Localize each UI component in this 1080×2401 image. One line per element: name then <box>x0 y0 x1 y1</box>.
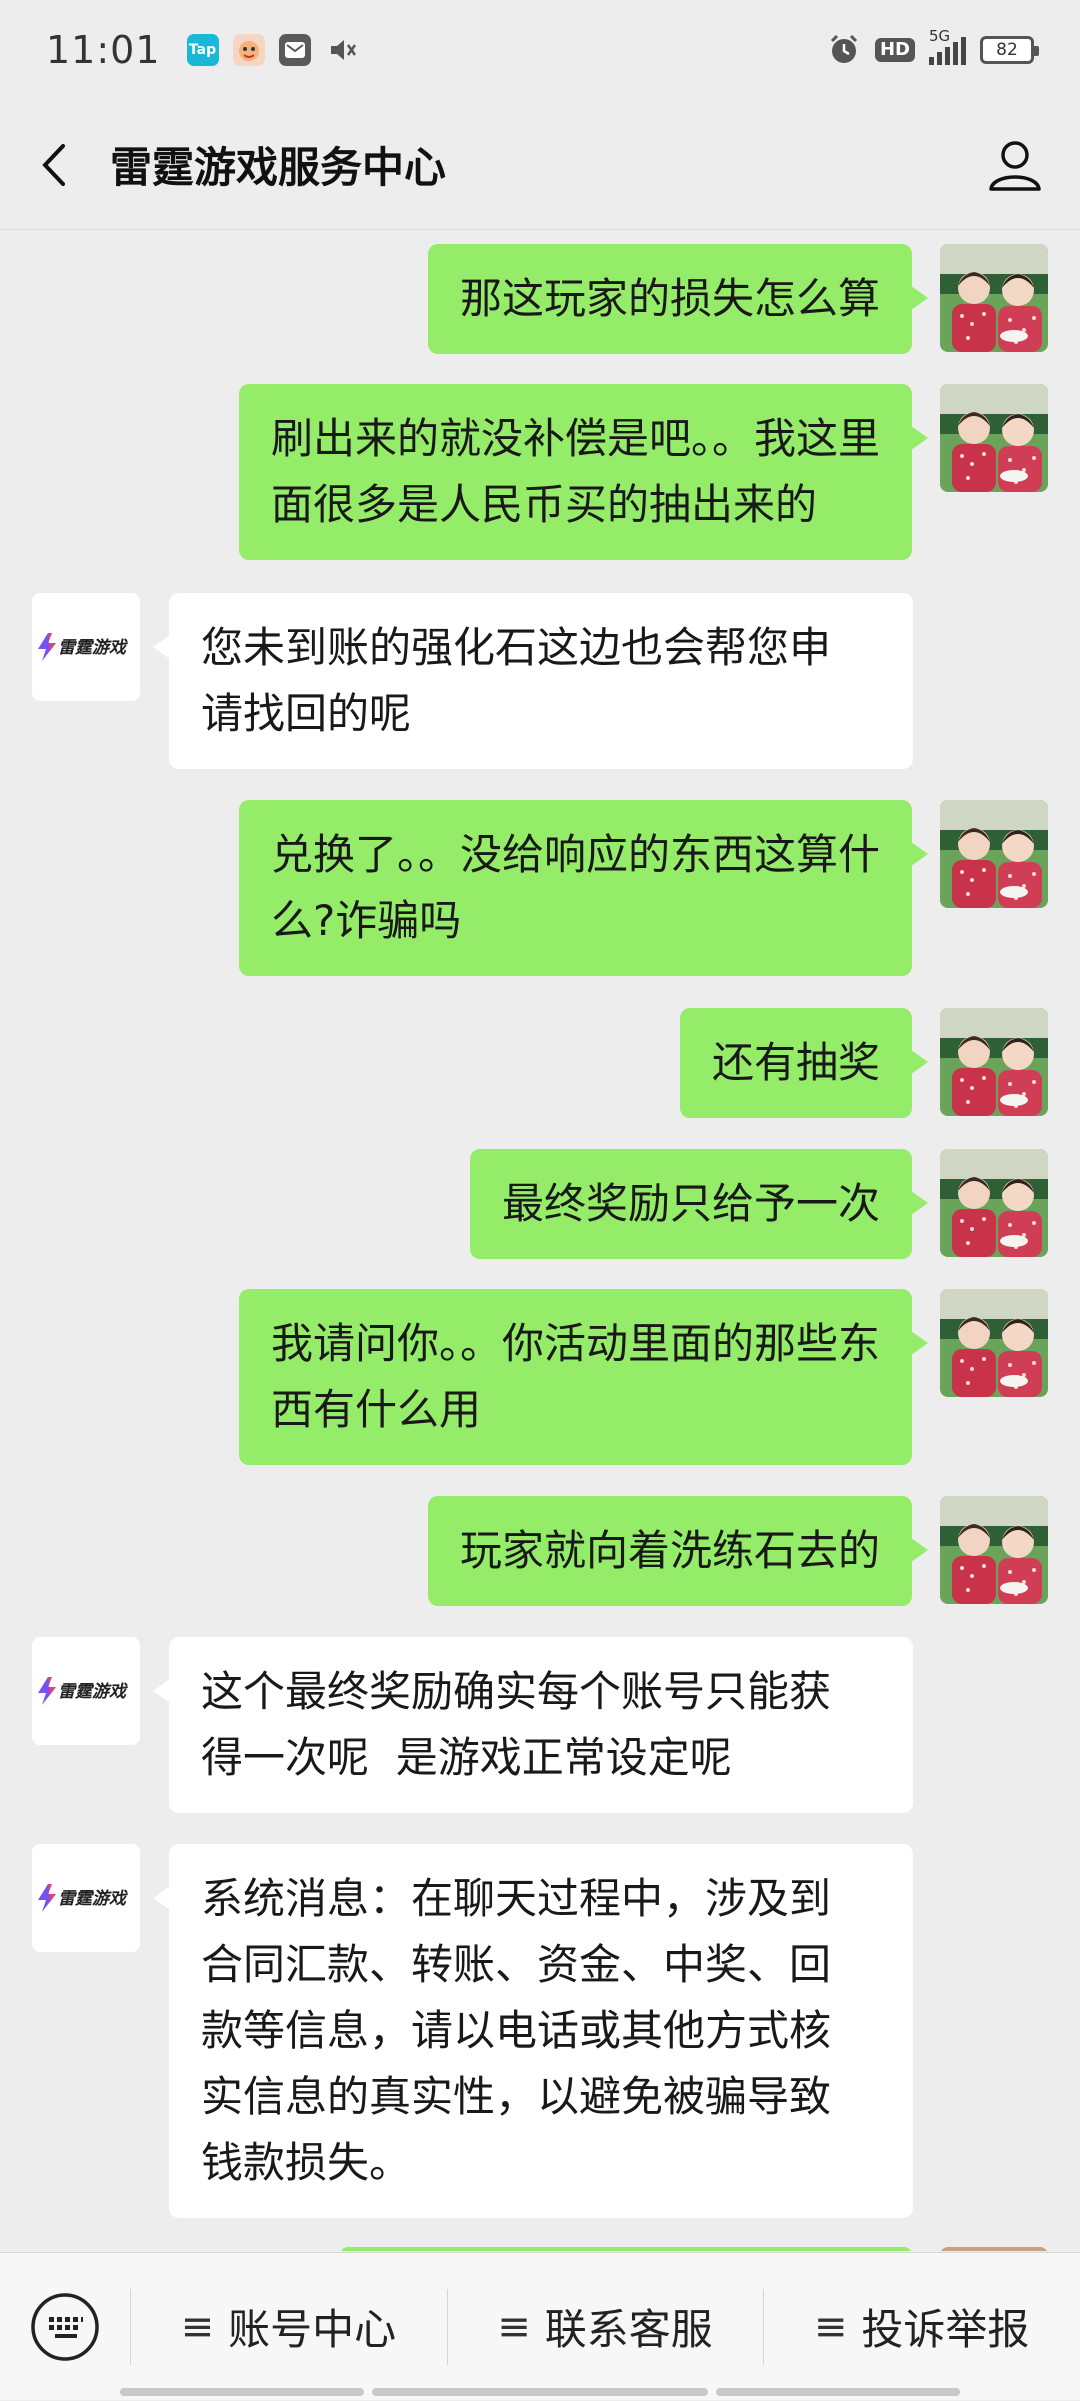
thunder-games-logo: 雷霆游戏 <box>38 633 128 661</box>
user-avatar[interactable] <box>940 1496 1048 1604</box>
menu-list-icon: ≡ <box>180 2303 215 2350</box>
message-text: 刷出来的就没补偿是吧。。我这里 面很多是人民币买的抽出来的 <box>270 414 880 529</box>
menu-label: 账号中心 <box>228 2305 397 2354</box>
mute-icon <box>330 40 356 60</box>
menu-list-icon: ≡ <box>497 2303 531 2350</box>
message-text: 您未到账的强化石这边也会帮您申 请找回的呢 <box>201 623 832 738</box>
message-text: 系统消息：在聊天过程中，涉及到 合同汇款、转账、资金、中奖、回 款等信息，请以电… <box>201 1874 832 2187</box>
message-bubble-incoming[interactable]: 您未到账的强化石这边也会帮您申 请找回的呢 <box>153 593 913 769</box>
message-bubble-outgoing[interactable]: 还有抽奖 <box>679 1008 929 1118</box>
message-text: 还有抽奖 <box>711 1038 880 1087</box>
message-bubble-outgoing <box>340 2247 912 2251</box>
user-avatar[interactable] <box>940 1008 1048 1116</box>
svg-text:雷霆游戏: 雷霆游戏 <box>58 638 128 657</box>
message-text: 玩家就向着洗练石去的 <box>459 1526 880 1575</box>
menu-label: 投诉举报 <box>861 2305 1030 2354</box>
chat-header: 雷霆游戏服务中心 <box>0 100 1080 230</box>
message-bubble-outgoing[interactable]: 我请问你。。你活动里面的那些东 西有什么用 <box>238 1289 929 1465</box>
person-icon <box>989 140 1041 191</box>
battery-level: 82 <box>996 40 1018 60</box>
message-text: 那这玩家的损失怎么算 <box>459 274 880 323</box>
network-label: 5G <box>929 27 951 45</box>
bottom-menu-bar: ≡ 账号中心 ≡ 联系客服 ≡ 投诉举报 <box>0 2252 1080 2400</box>
home-indicator <box>716 2388 960 2396</box>
service-avatar[interactable]: 雷霆游戏 <box>32 1637 140 1745</box>
system-message-bubble[interactable]: 系统消息：在聊天过程中，涉及到 合同汇款、转账、资金、中奖、回 款等信息，请以电… <box>153 1844 913 2218</box>
page-title: 雷霆游戏服务中心 <box>110 143 447 192</box>
alarm-icon <box>830 34 858 63</box>
home-indicator <box>372 2388 708 2396</box>
menu-complaint-report[interactable]: ≡ 投诉举报 <box>763 2253 1080 2401</box>
profile-button[interactable] <box>950 100 1080 230</box>
chat-message-list[interactable]: 那这玩家的损失怎么算 刷出来的就没补偿是吧。。我这里 面很多是人民币买的抽出来的… <box>0 231 1080 2251</box>
hd-badge: HD <box>874 38 915 62</box>
home-indicator <box>120 2388 364 2396</box>
user-avatar <box>940 2247 1048 2251</box>
message-text: 我请问你。。你活动里面的那些东 西有什么用 <box>270 1319 880 1434</box>
thunder-games-logo: 雷霆游戏 <box>38 1677 128 1705</box>
battery-icon: 82 <box>980 36 1039 64</box>
keyboard-toggle-button[interactable] <box>0 2253 130 2401</box>
message-text: 最终奖励只给予一次 <box>501 1179 880 1228</box>
message-app-icon <box>278 34 311 66</box>
message-bubble-outgoing[interactable]: 兑换了。。没给响应的东西这算什 么?诈骗吗 <box>238 800 929 976</box>
user-avatar[interactable] <box>940 800 1048 908</box>
chevron-left-icon <box>42 143 65 186</box>
user-avatar[interactable] <box>940 244 1048 352</box>
status-time: 11:01 <box>46 28 161 72</box>
status-bar: 11:01 Tap HD 5G 82 <box>0 0 1080 100</box>
menu-label: 联系客服 <box>544 2305 713 2354</box>
status-right-group: HD 5G 82 <box>827 27 1039 67</box>
mascot-app-icon <box>232 34 265 66</box>
message-text: 这个最终奖励确实每个账号只能获 得一次呢 是游戏正常设定呢 <box>201 1667 832 1782</box>
menu-contact-service[interactable]: ≡ 联系客服 <box>446 2253 764 2401</box>
menu-list-icon: ≡ <box>813 2303 848 2350</box>
svg-text:雷霆游戏: 雷霆游戏 <box>58 1889 128 1908</box>
user-avatar[interactable] <box>940 384 1048 492</box>
message-bubble-outgoing[interactable]: 那这玩家的损失怎么算 <box>427 244 929 354</box>
message-bubble-outgoing[interactable]: 玩家就向着洗练石去的 <box>427 1496 929 1606</box>
message-bubble-incoming[interactable]: 这个最终奖励确实每个账号只能获 得一次呢 是游戏正常设定呢 <box>153 1637 913 1813</box>
message-bubble-outgoing[interactable]: 刷出来的就没补偿是吧。。我这里 面很多是人民币买的抽出来的 <box>238 384 929 560</box>
user-avatar[interactable] <box>940 1289 1048 1397</box>
message-bubble-outgoing[interactable]: 最终奖励只给予一次 <box>469 1149 929 1259</box>
keyboard-icon <box>31 2292 99 2361</box>
signal-icon: 5G <box>929 27 966 65</box>
thunder-games-logo: 雷霆游戏 <box>38 1884 128 1912</box>
tap-app-icon: Tap <box>186 34 219 66</box>
service-avatar[interactable]: 雷霆游戏 <box>32 593 140 701</box>
svg-text:雷霆游戏: 雷霆游戏 <box>58 1682 128 1701</box>
user-avatar[interactable] <box>940 1149 1048 1257</box>
back-button[interactable] <box>0 100 110 230</box>
message-text: 兑换了。。没给响应的东西这算什 么?诈骗吗 <box>270 830 880 945</box>
service-avatar[interactable]: 雷霆游戏 <box>32 1844 140 1952</box>
menu-account-center[interactable]: ≡ 账号中心 <box>130 2253 447 2401</box>
